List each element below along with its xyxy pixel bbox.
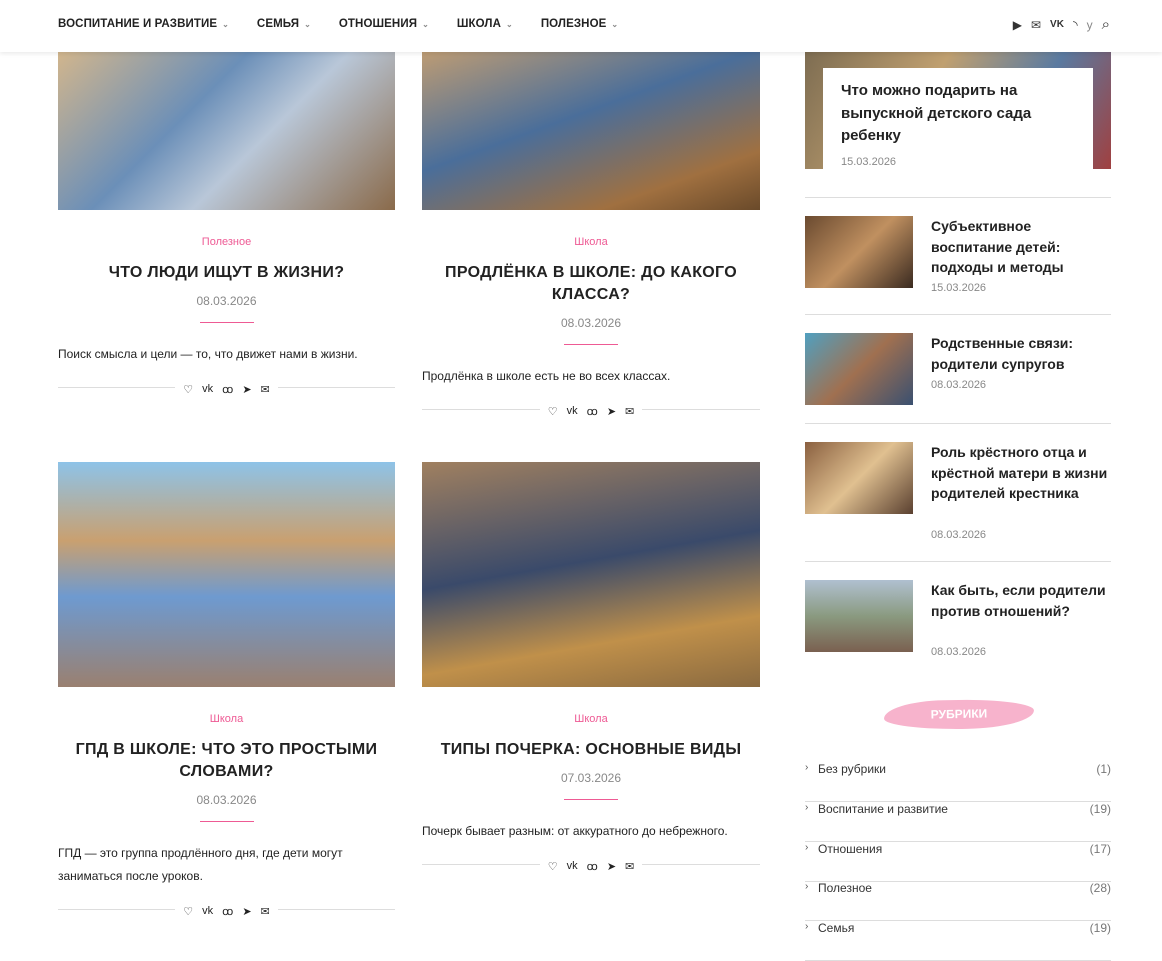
chevron-down-icon: ⌄ <box>611 20 619 29</box>
telegram-icon[interactable]: ➤ <box>242 905 251 918</box>
rubric-item[interactable]: › Семья (19) <box>805 921 1111 961</box>
heart-icon[interactable]: ♡ <box>548 860 558 873</box>
mail-icon[interactable]: ✉ <box>625 405 634 418</box>
post-image[interactable] <box>422 40 760 210</box>
divider <box>805 314 1111 315</box>
rss-icon[interactable]: ◝ <box>1073 18 1078 32</box>
telegram-icon[interactable]: ➤ <box>242 383 251 396</box>
featured-date: 15.03.2026 <box>841 155 897 168</box>
sidebar-post-title[interactable]: Роль крёстного отца и крёстной матери в … <box>931 442 1111 504</box>
post-date: 08.03.2026 <box>560 316 622 330</box>
share-bar: ♡ vk ꝏ ➤ ✉ <box>422 402 760 418</box>
search-icon[interactable]: ⌕ <box>1102 16 1110 33</box>
divider <box>199 322 254 323</box>
divider <box>805 561 1111 562</box>
featured-title[interactable]: Что можно подарить на выпускной детского… <box>841 80 1075 148</box>
rubric-item[interactable]: › Воспитание и развитие (19) <box>805 802 1111 842</box>
chevron-down-icon: ⌄ <box>304 20 311 29</box>
ok-icon[interactable]: ꝏ <box>587 405 598 418</box>
post-category[interactable]: Школа <box>58 713 395 725</box>
post-card: Школа ГПД В ШКОЛЕ: ЧТО ЭТО ПРОСТЫМИ СЛОВ… <box>58 713 395 918</box>
chevron-right-icon: › <box>805 842 809 853</box>
chevron-right-icon: › <box>805 881 809 892</box>
mail-icon[interactable]: ✉ <box>1031 18 1041 32</box>
youtube-icon[interactable]: ▶ <box>1013 18 1022 32</box>
vk-icon[interactable]: vk <box>202 383 213 396</box>
post-card: Полезное ЧТО ЛЮДИ ИЩУТ В ЖИЗНИ? 08.03.20… <box>58 236 395 396</box>
top-nav: ВОСПИТАНИЕ И РАЗВИТИЕ ⌄ СЕМЬЯ ⌄ ОТНОШЕНИЯ ⌄… <box>0 0 1162 52</box>
telegram-icon[interactable]: ➤ <box>607 860 616 873</box>
sidebar-post-title[interactable]: Субъективное воспитание детей: подходы и… <box>931 216 1111 278</box>
post-image[interactable] <box>58 40 395 210</box>
post-thumbnail[interactable] <box>805 580 913 652</box>
vk-icon[interactable]: vk <box>202 905 213 918</box>
post-image[interactable] <box>422 462 760 687</box>
share-bar: ♡ vk ꝏ ➤ ✉ <box>58 902 395 918</box>
mail-icon[interactable]: ✉ <box>261 905 270 918</box>
share-bar: ♡ vk ꝏ ➤ ✉ <box>422 857 760 873</box>
post-category[interactable]: Школа <box>422 713 760 725</box>
heart-icon[interactable]: ♡ <box>183 383 193 396</box>
vk-icon[interactable]: VK <box>1050 19 1064 30</box>
sidebar-post-title[interactable]: Как быть, если родители против отношений… <box>931 580 1111 621</box>
ok-icon[interactable]: ꝏ <box>222 905 233 918</box>
sidebar-post-title[interactable]: Родственные связи: родители супругов <box>931 333 1111 374</box>
chevron-right-icon: › <box>805 802 809 813</box>
nav-item-otnosheniya[interactable]: ОТНОШЕНИЯ ⌄ <box>339 18 429 30</box>
heart-icon[interactable]: ♡ <box>548 405 558 418</box>
nav-item-poleznoe[interactable]: ПОЛЕЗНОЕ ⌄ <box>541 18 618 30</box>
post-excerpt: Поиск смысла и цели — то, что движет нам… <box>58 347 358 361</box>
post-card: Школа ПРОДЛЁНКА В ШКОЛЕ: ДО КАКОГО КЛАСС… <box>422 236 760 418</box>
rubrics-heading: РУБРИКИ <box>883 698 1035 731</box>
sidebar-post-date: 08.03.2026 <box>931 529 987 541</box>
post-title[interactable]: ТИПЫ ПОЧЕРКА: ОСНОВНЫЕ ВИДЫ <box>422 739 760 761</box>
sidebar-post-date: 08.03.2026 <box>931 379 987 391</box>
divider <box>805 197 1111 198</box>
post-thumbnail[interactable] <box>805 216 913 288</box>
post-thumbnail[interactable] <box>805 442 913 514</box>
chevron-right-icon: › <box>805 921 809 932</box>
telegram-icon[interactable]: ➤ <box>607 405 616 418</box>
post-date: 08.03.2026 <box>196 793 257 807</box>
chevron-down-icon: ⌄ <box>422 20 429 29</box>
yandex-icon[interactable]: y <box>1087 18 1093 32</box>
divider <box>199 821 254 822</box>
featured-post: Что можно подарить на выпускной детского… <box>823 68 1093 169</box>
post-card: Школа ТИПЫ ПОЧЕРКА: ОСНОВНЫЕ ВИДЫ 07.03.… <box>422 713 760 873</box>
mail-icon[interactable]: ✉ <box>625 860 634 873</box>
ok-icon[interactable]: ꝏ <box>587 860 598 873</box>
chevron-down-icon: ⌄ <box>222 20 229 29</box>
rubric-item[interactable]: › Отношения (17) <box>805 842 1111 882</box>
chevron-down-icon: ⌄ <box>506 20 513 29</box>
sidebar-post-date: 08.03.2026 <box>931 646 987 658</box>
sidebar-post-date: 15.03.2026 <box>931 282 987 294</box>
chevron-right-icon: › <box>805 762 809 773</box>
rubric-item[interactable]: › Полезное (28) <box>805 881 1111 921</box>
post-thumbnail[interactable] <box>805 333 913 405</box>
divider <box>805 423 1111 424</box>
post-date: 08.03.2026 <box>196 294 257 308</box>
post-category[interactable]: Полезное <box>58 236 395 248</box>
divider <box>564 799 618 800</box>
post-excerpt: Почерк бывает разным: от аккуратного до … <box>422 824 728 838</box>
vk-icon[interactable]: vk <box>567 405 578 418</box>
post-excerpt: Продлёнка в школе есть не во всех класса… <box>422 369 671 383</box>
post-category[interactable]: Школа <box>422 236 760 248</box>
post-date: 07.03.2026 <box>560 771 622 785</box>
post-title[interactable]: ЧТО ЛЮДИ ИЩУТ В ЖИЗНИ? <box>58 262 395 284</box>
post-title[interactable]: ПРОДЛЁНКА В ШКОЛЕ: ДО КАКОГО КЛАССА? <box>422 262 760 306</box>
heart-icon[interactable]: ♡ <box>183 905 193 918</box>
share-bar: ♡ vk ꝏ ➤ ✉ <box>58 380 395 396</box>
nav-item-semya[interactable]: СЕМЬЯ ⌄ <box>257 18 311 30</box>
vk-icon[interactable]: vk <box>567 860 578 873</box>
nav-item-vospitanie[interactable]: ВОСПИТАНИЕ И РАЗВИТИЕ ⌄ <box>58 18 229 30</box>
divider <box>564 344 618 345</box>
rubric-item[interactable]: › Без рубрики (1) <box>805 762 1111 802</box>
mail-icon[interactable]: ✉ <box>261 383 270 396</box>
post-title[interactable]: ГПД В ШКОЛЕ: ЧТО ЭТО ПРОСТЫМИ СЛОВАМИ? <box>58 739 395 783</box>
post-excerpt: ГПД — это группа продлённого дня, где де… <box>58 846 343 883</box>
post-image[interactable] <box>58 462 395 687</box>
ok-icon[interactable]: ꝏ <box>222 383 233 396</box>
nav-item-shkola[interactable]: ШКОЛА ⌄ <box>457 18 513 30</box>
